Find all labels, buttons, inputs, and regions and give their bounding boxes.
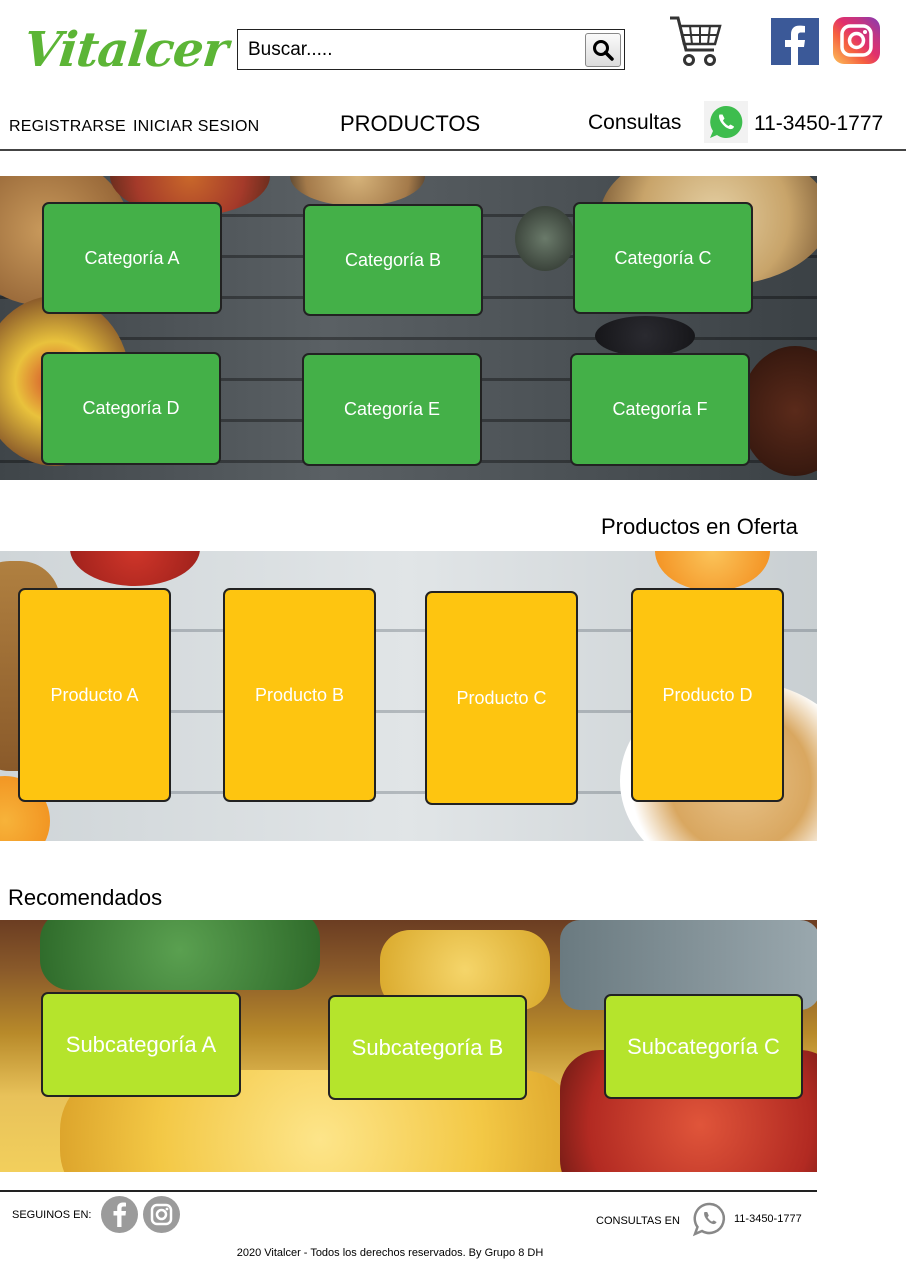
shopping-cart-icon[interactable] <box>668 14 722 68</box>
follow-label: SEGUINOS EN: <box>12 1209 92 1221</box>
categories-banner: Categoría A Categoría B Categoría C Cate… <box>0 176 817 480</box>
header-divider <box>0 149 906 151</box>
product-card-c[interactable]: Producto C <box>425 591 578 805</box>
category-card-b[interactable]: Categoría B <box>303 204 483 316</box>
product-card-a[interactable]: Producto A <box>18 588 171 802</box>
recommended-banner: Subcategoría A Subcategoría B Subcategor… <box>0 920 817 1172</box>
instagram-icon[interactable] <box>833 17 880 64</box>
search-input[interactable]: Buscar..... <box>238 39 585 61</box>
category-card-f[interactable]: Categoría F <box>570 353 750 466</box>
register-link[interactable]: REGISTRARSE <box>9 118 126 136</box>
footer-instagram-icon[interactable] <box>143 1196 180 1233</box>
copyright-text: 2020 Vitalcer - Todos los derechos reser… <box>236 1247 544 1259</box>
whatsapp-icon[interactable] <box>704 101 748 143</box>
footer-facebook-icon[interactable] <box>101 1196 138 1233</box>
offers-title: Productos en Oferta <box>601 514 798 539</box>
footer-divider <box>0 1190 817 1192</box>
search-button[interactable] <box>585 32 621 67</box>
recommended-title: Recomendados <box>8 885 163 910</box>
category-card-e[interactable]: Categoría E <box>302 353 482 466</box>
footer-whatsapp-icon[interactable] <box>692 1201 728 1237</box>
offers-banner: Producto A Producto B Producto C Product… <box>0 551 817 841</box>
product-card-b[interactable]: Producto B <box>223 588 376 802</box>
product-card-d[interactable]: Producto D <box>631 588 784 802</box>
login-link[interactable]: INICIAR SESION <box>133 118 259 136</box>
facebook-icon[interactable] <box>771 18 819 66</box>
category-card-a[interactable]: Categoría A <box>42 202 222 314</box>
category-card-d[interactable]: Categoría D <box>41 352 221 465</box>
products-link[interactable]: PRODUCTOS <box>340 111 480 137</box>
category-card-c[interactable]: Categoría C <box>573 202 753 314</box>
consultas-label: Consultas <box>588 111 682 134</box>
subcategory-card-a[interactable]: Subcategoría A <box>41 992 241 1097</box>
subcategory-card-b[interactable]: Subcategoría B <box>328 995 527 1100</box>
header-phone[interactable]: 11-3450-1777 <box>754 112 883 136</box>
search-icon <box>593 39 614 61</box>
brand-logo[interactable]: Vitalcer <box>21 22 230 78</box>
footer-consultas-label: CONSULTAS EN <box>596 1215 680 1227</box>
subcategory-card-c[interactable]: Subcategoría C <box>604 994 803 1099</box>
footer-phone[interactable]: 11-3450-1777 <box>734 1213 802 1225</box>
search-bar: Buscar..... <box>237 29 625 70</box>
